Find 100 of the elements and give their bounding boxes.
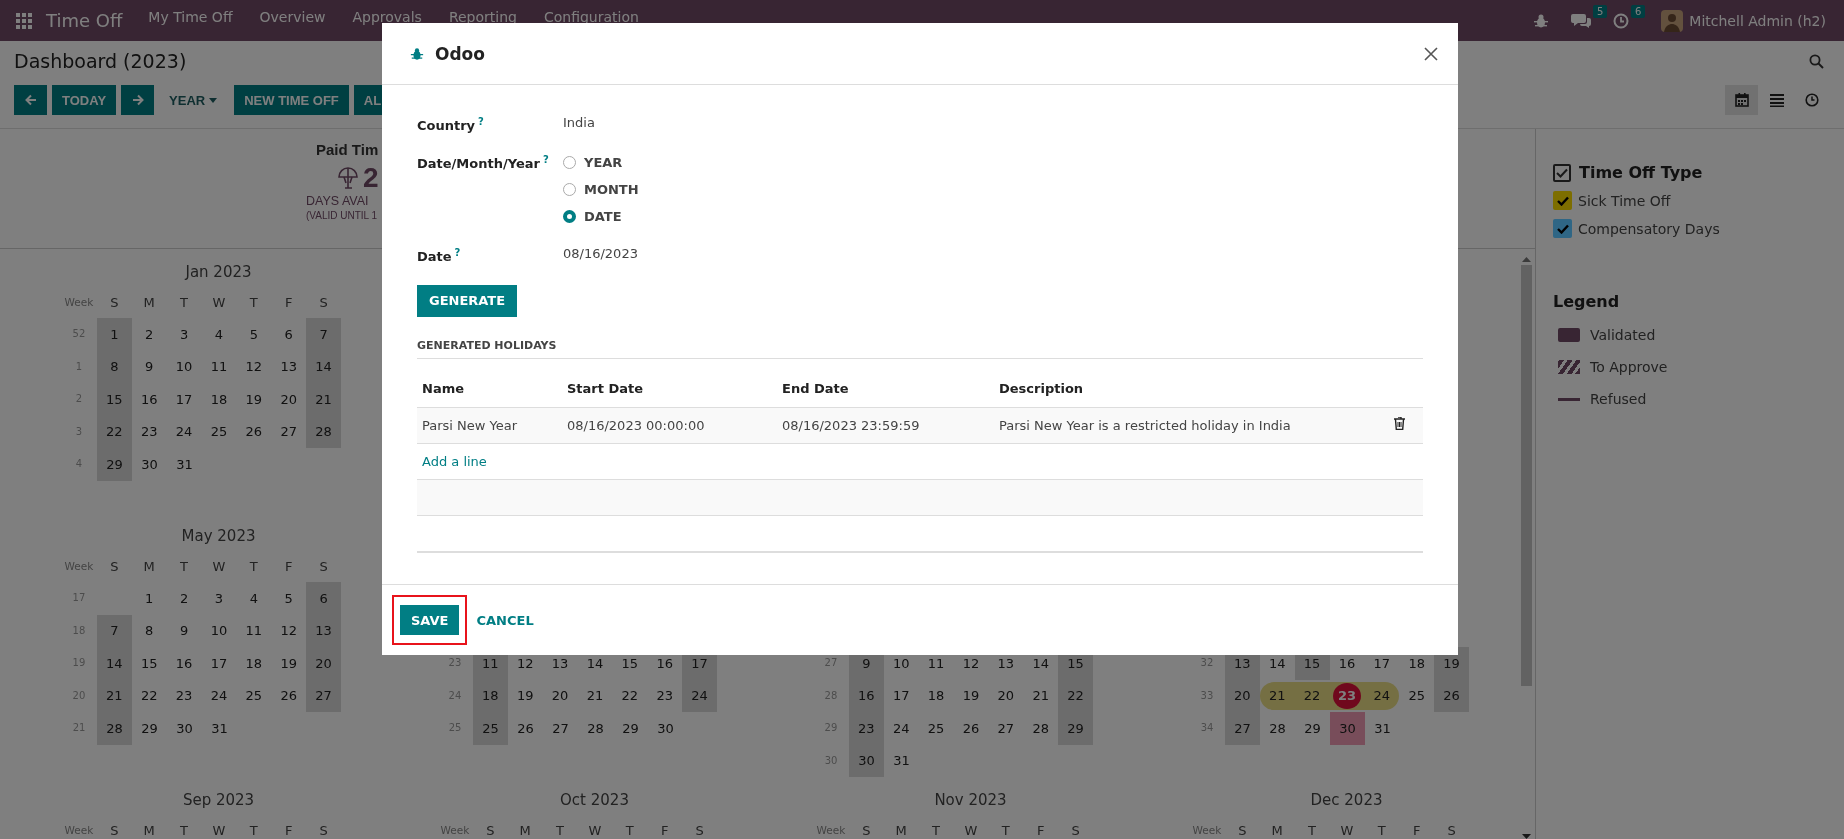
help-mark[interactable]: ? — [454, 247, 461, 259]
calendar-day[interactable]: 23 — [131, 415, 167, 448]
calendar-day[interactable]: 22 — [612, 679, 648, 712]
column-header[interactable]: Start Date — [567, 381, 644, 397]
calendar-day[interactable]: 26 — [271, 679, 307, 712]
field-value[interactable]: 08/16/2023 — [563, 242, 1423, 269]
trash-icon[interactable] — [1394, 417, 1405, 431]
calendar-day[interactable]: 1 — [96, 318, 132, 351]
search-icon[interactable] — [1809, 53, 1824, 69]
calendar-day[interactable]: 16 — [166, 647, 202, 680]
calendar-day[interactable]: 31 — [202, 712, 237, 745]
calendar-day[interactable]: 29 — [613, 712, 648, 745]
calendar-day[interactable]: 31 — [884, 744, 919, 777]
radio-label[interactable]: DATE — [584, 209, 622, 225]
calendar-day[interactable]: 15 — [131, 647, 167, 680]
calendar-day[interactable]: 30 — [132, 448, 167, 481]
column-header[interactable]: Name — [422, 381, 464, 397]
calendar-day[interactable]: 11 — [201, 350, 237, 383]
calendar-day[interactable]: 9 — [166, 614, 202, 647]
close-icon[interactable] — [1424, 46, 1438, 61]
calendar-day[interactable]: 29 — [97, 448, 132, 481]
clock-icon[interactable] — [1613, 12, 1630, 29]
calendar-day[interactable]: 29 — [132, 712, 167, 745]
calendar-day[interactable]: 23 — [1329, 681, 1365, 710]
field-value[interactable]: India — [563, 111, 1423, 138]
menu-item[interactable]: Overview — [259, 10, 326, 25]
calendar-day[interactable]: 18 — [236, 647, 272, 680]
calendar-day[interactable]: 5 — [236, 318, 272, 351]
help-mark[interactable]: ? — [478, 116, 484, 127]
calendar-day[interactable]: 27 — [306, 679, 341, 712]
calendar-day[interactable]: 26 — [508, 712, 543, 745]
calendar-day[interactable]: 20 — [988, 679, 1024, 712]
calendar-day[interactable]: 28 — [1023, 712, 1059, 745]
calendar-day[interactable]: 7 — [96, 614, 132, 647]
calendar-day[interactable]: 18 — [918, 679, 954, 712]
calendar-day[interactable]: 28 — [97, 712, 132, 745]
calendar-day[interactable]: 2 — [166, 582, 202, 615]
calendar-day[interactable]: 6 — [271, 318, 307, 351]
calendar-day[interactable]: 22 — [1294, 681, 1330, 710]
calendar-day[interactable]: 10 — [201, 614, 237, 647]
scroll-up-icon[interactable] — [1521, 257, 1531, 262]
calendar-day[interactable]: 19 — [271, 647, 307, 680]
checkbox[interactable] — [1553, 163, 1571, 182]
calendar-day[interactable]: 10 — [166, 350, 202, 383]
calendar-day[interactable]: 25 — [1399, 679, 1435, 712]
calendar-day[interactable]: 23 — [848, 712, 884, 745]
calendar-day[interactable]: 31 — [167, 448, 202, 481]
calendar-day[interactable]: 25 — [918, 712, 954, 745]
calendar-day[interactable]: 23 — [647, 679, 683, 712]
calendar-day[interactable]: 12 — [271, 614, 307, 647]
calendar-day[interactable]: 22 — [96, 415, 132, 448]
calendar-day[interactable]: 20 — [306, 647, 341, 680]
calendar-day[interactable]: 14 — [306, 350, 341, 383]
calendar-day[interactable]: 28 — [306, 415, 341, 448]
calendar-day[interactable]: 20 — [1224, 679, 1260, 712]
calendar-day[interactable]: 2 — [131, 318, 167, 351]
calendar-day[interactable]: 27 — [1225, 712, 1260, 745]
calendar-day[interactable]: 9 — [131, 350, 167, 383]
calendar-day[interactable]: 24 — [883, 712, 919, 745]
filter-label[interactable]: Sick Time Off — [1578, 192, 1671, 209]
calendar-day[interactable]: 29 — [1058, 712, 1093, 745]
toolbar-button[interactable]: NEW TIME OFF — [234, 85, 349, 115]
calendar-day[interactable]: 13 — [271, 350, 307, 383]
menu-item[interactable]: My Time Off — [148, 10, 233, 25]
previous-button[interactable] — [14, 85, 47, 115]
scroll-down-icon[interactable] — [1521, 834, 1531, 839]
app-name[interactable]: Time Off — [46, 10, 123, 31]
radio-label[interactable]: MONTH — [584, 182, 639, 198]
radio-button[interactable] — [563, 210, 576, 224]
calendar-day[interactable]: 3 — [166, 318, 202, 351]
calendar-day[interactable]: 24 — [1364, 681, 1400, 710]
calendar-day[interactable]: 6 — [306, 582, 341, 615]
menu-item[interactable]: Reporting — [448, 10, 517, 25]
calendar-day[interactable]: 21 — [306, 383, 341, 416]
calendar-day[interactable]: 19 — [236, 383, 272, 416]
calendar-day[interactable]: 31 — [1365, 712, 1400, 745]
calendar-day[interactable]: 22 — [1058, 679, 1093, 712]
calendar-day[interactable]: 30 — [849, 744, 884, 777]
apps-menu-icon[interactable] — [16, 12, 32, 29]
radio-label[interactable]: YEAR — [584, 155, 623, 171]
calendar-day[interactable]: 23 — [166, 679, 202, 712]
calendar-day[interactable]: 26 — [1434, 679, 1469, 712]
calendar-day[interactable]: 24 — [682, 679, 717, 712]
calendar-day[interactable]: 28 — [1260, 712, 1295, 745]
calendar-day[interactable]: 3 — [201, 582, 237, 615]
calendar-day[interactable]: 30 — [167, 712, 202, 745]
calendar-day[interactable]: 15 — [96, 383, 132, 416]
calendar-day[interactable]: 25 — [236, 679, 272, 712]
calendar-day[interactable]: 8 — [96, 350, 132, 383]
calendar-day[interactable]: 21 — [96, 679, 132, 712]
calendar-day[interactable]: 12 — [236, 350, 272, 383]
calendar-day[interactable]: 5 — [271, 582, 307, 615]
avatar[interactable] — [1661, 9, 1684, 32]
save-button[interactable]: SAVE — [400, 605, 460, 635]
generate-button[interactable]: GENERATE — [417, 284, 518, 317]
calendar-day[interactable]: 25 — [473, 712, 508, 745]
calendar-day[interactable]: 29 — [1295, 712, 1330, 745]
bug-icon[interactable] — [1533, 12, 1550, 29]
calendar-day[interactable]: 25 — [201, 415, 237, 448]
calendar-day[interactable]: 21 — [1259, 681, 1295, 710]
